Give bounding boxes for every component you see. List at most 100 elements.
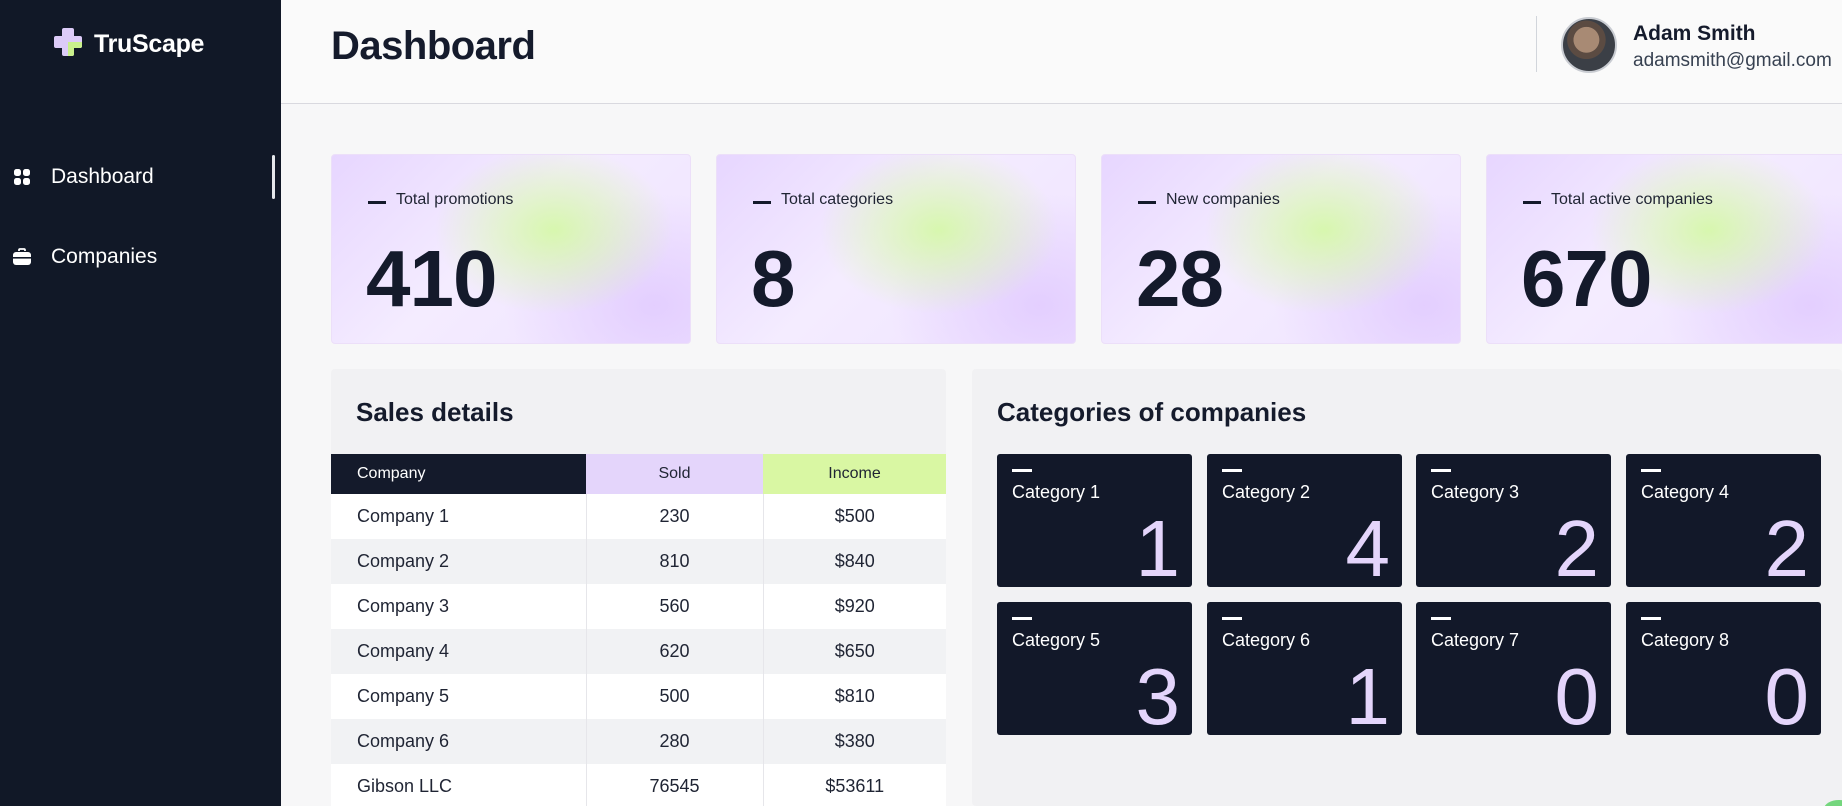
cell-company: Company 1 [331, 494, 587, 539]
grid-icon [12, 167, 32, 187]
cell-income: $380 [763, 719, 946, 764]
dash-icon [368, 201, 386, 204]
sidebar-item-dashboard[interactable]: Dashboard [0, 153, 281, 201]
table-row[interactable]: Company 6 280 $380 [331, 719, 946, 764]
sidebar-item-companies[interactable]: Companies [0, 233, 281, 281]
stat-value: 410 [366, 234, 497, 323]
dash-icon [1431, 617, 1451, 620]
stat-value: 28 [1136, 234, 1224, 323]
user-name: Adam Smith [1633, 22, 1756, 45]
stat-value: 8 [751, 234, 795, 323]
dash-icon [1222, 617, 1242, 620]
cell-company: Company 6 [331, 719, 587, 764]
cell-sold: 76545 [586, 764, 764, 806]
category-tile[interactable]: Category 1 1 [997, 454, 1192, 587]
categories-panel: Categories of companies Category 1 1 Cat… [972, 369, 1842, 806]
table-row[interactable]: Company 3 560 $920 [331, 584, 946, 629]
active-indicator [272, 155, 275, 199]
table-row[interactable]: Company 2 810 $840 [331, 539, 946, 584]
category-count: 4 [1345, 504, 1391, 588]
stat-label: Total categories [781, 191, 894, 208]
category-count: 1 [1135, 504, 1181, 588]
stat-card-total-categories: Total categories 8 [716, 154, 1076, 344]
cell-income: $840 [763, 539, 946, 584]
category-count: 1 [1345, 652, 1391, 736]
brand-logo[interactable]: TruScape [52, 26, 204, 63]
dash-icon [1523, 201, 1541, 204]
stat-label: New companies [1166, 191, 1280, 208]
user-email: adamsmith@gmail.com [1633, 50, 1832, 71]
cell-income: $920 [763, 584, 946, 629]
category-name: Category 2 [1222, 482, 1311, 502]
category-name: Category 4 [1641, 482, 1730, 502]
column-header-income[interactable]: Income [763, 454, 946, 494]
stat-label: Total promotions [396, 191, 514, 208]
sidebar-item-label: Companies [51, 245, 158, 268]
panel-title: Sales details [356, 397, 514, 427]
cell-sold: 620 [586, 629, 764, 674]
dash-icon [1641, 469, 1661, 472]
cell-company: Gibson LLC [331, 764, 587, 806]
stat-card-total-active-companies: Total active companies 670 [1486, 154, 1842, 344]
category-count: 0 [1554, 652, 1600, 736]
cell-company: Company 3 [331, 584, 587, 629]
cell-sold: 280 [586, 719, 764, 764]
category-count: 3 [1135, 652, 1181, 736]
category-name: Category 6 [1222, 630, 1311, 650]
category-name: Category 3 [1431, 482, 1520, 502]
cell-income: $810 [763, 674, 946, 719]
table-header-row: Company Sold Income [331, 454, 946, 494]
dash-icon [1641, 617, 1661, 620]
table-row[interactable]: Company 4 620 $650 [331, 629, 946, 674]
stat-value: 670 [1521, 234, 1652, 323]
page-title: Dashboard [331, 24, 536, 68]
cell-company: Company 5 [331, 674, 587, 719]
dash-icon [1012, 617, 1032, 620]
sales-details-panel: Sales details Company Sold Income Compan… [331, 369, 946, 806]
column-header-company[interactable]: Company [331, 454, 586, 494]
cell-sold: 810 [586, 539, 764, 584]
category-tile[interactable]: Category 3 2 [1416, 454, 1611, 587]
cell-sold: 560 [586, 584, 764, 629]
table-row[interactable]: Company 5 500 $810 [331, 674, 946, 719]
category-tile[interactable]: Category 4 2 [1626, 454, 1821, 587]
top-header: Dashboard Adam Smith adamsmith@gmail.com [281, 0, 1842, 104]
sales-table: Company Sold Income Company 1 230 $500 C… [331, 454, 946, 806]
category-name: Category 8 [1641, 630, 1730, 650]
category-tile[interactable]: Category 5 3 [997, 602, 1192, 735]
stat-label: Total active companies [1551, 191, 1713, 208]
cell-company: Company 4 [331, 629, 587, 674]
table-row[interactable]: Company 1 230 $500 [331, 494, 946, 539]
panel-title: Categories of companies [997, 397, 1307, 427]
category-name: Category 5 [1012, 630, 1101, 650]
category-tile[interactable]: Category 7 0 [1416, 602, 1611, 735]
stat-card-new-companies: New companies 28 [1101, 154, 1461, 344]
category-tile[interactable]: Category 6 1 [1207, 602, 1402, 735]
cell-income: $53611 [763, 764, 946, 806]
column-header-sold[interactable]: Sold [586, 454, 763, 494]
category-tile[interactable]: Category 8 0 [1626, 602, 1821, 735]
cell-income: $500 [763, 494, 946, 539]
sidebar: TruScape Dashboard Companies [0, 0, 281, 806]
category-count: 2 [1554, 504, 1600, 588]
dash-icon [1431, 469, 1451, 472]
category-count: 0 [1764, 652, 1810, 736]
table-row[interactable]: Gibson LLC 76545 $53611 [331, 764, 946, 806]
briefcase-icon [12, 247, 32, 267]
dash-icon [1138, 201, 1156, 204]
stat-card-total-promotions: Total promotions 410 [331, 154, 691, 344]
dash-icon [1222, 469, 1242, 472]
cell-company: Company 2 [331, 539, 587, 584]
category-count: 2 [1764, 504, 1810, 588]
sidebar-item-label: Dashboard [51, 165, 154, 188]
cell-sold: 500 [586, 674, 764, 719]
dash-icon [753, 201, 771, 204]
category-name: Category 7 [1431, 630, 1520, 650]
avatar[interactable] [1561, 17, 1617, 73]
cell-sold: 230 [586, 494, 764, 539]
header-divider [1536, 16, 1537, 72]
category-tile[interactable]: Category 2 4 [1207, 454, 1402, 587]
cell-income: $650 [763, 629, 946, 674]
brand-name: TruScape [94, 30, 205, 58]
cross-logo-icon [52, 26, 84, 63]
